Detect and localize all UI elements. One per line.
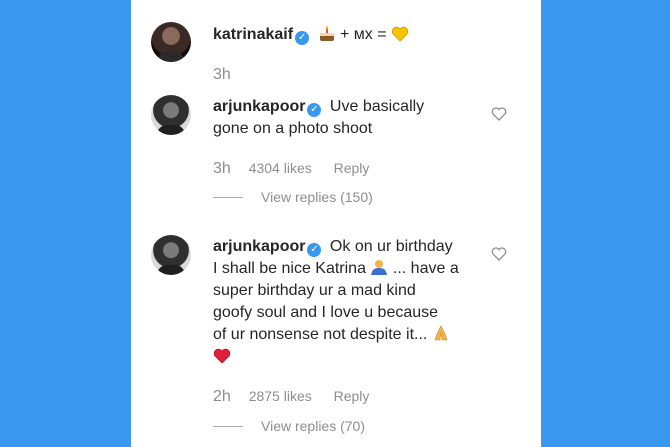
- comment-2-text-line-4: super birthday ur a mad kind: [213, 282, 416, 299]
- comment-2-text-line-3: ... have a: [392, 260, 459, 277]
- comment-1-username[interactable]: arjunkapoor: [213, 98, 305, 115]
- comment-1-view-replies[interactable]: View replies (150): [261, 189, 373, 205]
- comment-2-line-4: super birthday ur a mad kind: [213, 280, 416, 302]
- like-heart-icon-2[interactable]: [491, 246, 507, 262]
- comment-2-time[interactable]: 2h: [213, 388, 231, 405]
- comment-2-line-7: [213, 346, 231, 368]
- comments-panel: [131, 0, 541, 447]
- red-heart-emoji-icon: [213, 348, 231, 364]
- comment-1-likes[interactable]: 4304 likes: [249, 160, 312, 176]
- verified-badge-icon: ✓: [307, 103, 322, 117]
- comment-1-text-line-2: gone on a photo shoot: [213, 120, 373, 137]
- comment-2-text-line-1: Ok on ur birthday: [329, 238, 453, 255]
- comment-2-line-5: goofy soul and I love u because: [213, 302, 438, 324]
- avatar-arjunkapoor-1[interactable]: [151, 95, 191, 135]
- caption-line: katrinakaif ✓ + мх =: [213, 24, 409, 46]
- comment-2-text-line-6: of ur nonsense not despite it...: [213, 326, 428, 343]
- comment-2-line-6: of ur nonsense not despite it...: [213, 324, 450, 346]
- caption-username[interactable]: katrinakaif: [213, 26, 293, 43]
- folded-hands-emoji-icon: [434, 325, 448, 341]
- avatar-katrinakaif[interactable]: [151, 22, 191, 62]
- comment-2-view-replies[interactable]: View replies (70): [261, 418, 365, 434]
- comment-2-likes[interactable]: 2875 likes: [249, 388, 312, 404]
- view-replies-dash-1: [213, 197, 243, 198]
- comment-2-reply-button[interactable]: Reply: [334, 388, 370, 404]
- comment-1-meta: 3h 4304 likes Reply: [213, 160, 369, 178]
- comment-2-meta: 2h 2875 likes Reply: [213, 388, 369, 406]
- caption-text: + мх =: [339, 26, 387, 43]
- caption-time[interactable]: 3h: [213, 66, 231, 83]
- yellow-heart-emoji-icon: [391, 26, 409, 42]
- comment-1-reply-button[interactable]: Reply: [334, 160, 370, 176]
- view-replies-dash-2: [213, 426, 243, 427]
- comment-1-line-1: arjunkapoor ✓ Uve basically: [213, 96, 424, 118]
- comment-2-text-line-5: goofy soul and I love u because: [213, 304, 439, 321]
- avatar-arjunkapoor-2[interactable]: [151, 235, 191, 275]
- verified-badge-icon: ✓: [295, 31, 310, 45]
- cake-emoji-icon: [319, 26, 334, 41]
- comment-2-text-line-2: I shall be nice Katrina: [213, 260, 366, 277]
- verified-badge-icon: ✓: [307, 243, 322, 257]
- comment-1-text-line-1: Uve basically: [329, 98, 425, 115]
- person-shrugging-emoji-icon: [371, 260, 388, 275]
- comment-2-line-1: arjunkapoor ✓ Ok on ur birthday: [213, 236, 453, 258]
- comment-2-line-2: I shall be nice Katrina ... have a: [213, 258, 459, 280]
- comment-2-username[interactable]: arjunkapoor: [213, 238, 305, 255]
- comment-1-line-2: gone on a photo shoot: [213, 118, 372, 140]
- comment-1-time[interactable]: 3h: [213, 160, 231, 177]
- caption-meta: 3h: [213, 66, 231, 84]
- like-heart-icon-1[interactable]: [491, 106, 507, 122]
